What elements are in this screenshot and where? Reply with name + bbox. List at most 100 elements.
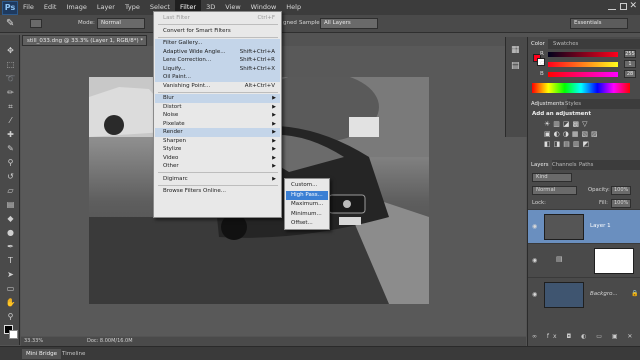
clone-stamp-tool-icon[interactable]: ⚲ (5, 157, 16, 168)
adjustment-icons-row1[interactable]: ☀▥◪▩▽ (544, 120, 591, 128)
layer-name[interactable]: Backgro... (590, 291, 618, 297)
pen-tool-icon[interactable]: ✒ (5, 241, 16, 252)
menu-item-label: Convert for Smart Filters (163, 27, 231, 34)
filter-menu-item-video[interactable]: Video ▶ (155, 154, 280, 163)
brush-size-picker[interactable] (30, 19, 42, 28)
other-submenu-item-minimum[interactable]: Minimum... (286, 210, 328, 219)
color-ramp[interactable] (532, 83, 630, 93)
menu-separator (158, 184, 278, 186)
menu-edit[interactable]: Edit (39, 0, 62, 15)
tab-mini-bridge[interactable]: Mini Bridge (22, 349, 61, 359)
submenu-arrow-icon: ▶ (272, 129, 276, 135)
menu-item-label: Render (163, 129, 183, 135)
menu-layer[interactable]: Layer (92, 0, 120, 15)
menu-separator (158, 172, 278, 173)
background-color-swatch[interactable] (9, 330, 18, 339)
tab-styles[interactable]: Styles (562, 99, 584, 109)
opacity-field[interactable]: 100% (611, 186, 631, 195)
green-value[interactable]: 1 (624, 60, 636, 68)
other-submenu-item-high-pass[interactable]: High Pass... (286, 190, 328, 200)
filter-menu-item-vanishing-point[interactable]: Vanishing Point... Alt+Ctrl+V (155, 82, 280, 91)
other-submenu-item-custom[interactable]: Custom... (286, 181, 328, 190)
marquee-tool-icon[interactable]: ⬚ (5, 59, 16, 70)
sample-select[interactable]: All Layers (320, 18, 378, 29)
other-submenu-item-offset[interactable]: Offset... (286, 219, 328, 228)
eraser-tool-icon[interactable]: ▱ (5, 185, 16, 196)
filter-menu-item-noise[interactable]: Noise ▶ (155, 111, 280, 120)
maximize-icon[interactable] (620, 3, 627, 10)
shape-tool-icon[interactable]: ▭ (5, 283, 16, 294)
fill-field[interactable]: 100% (611, 199, 631, 208)
healing-brush-tool-icon[interactable]: ✚ (5, 129, 16, 140)
submenu-arrow-icon: ▶ (272, 154, 276, 161)
filter-menu-item-pixelate[interactable]: Pixelate ▶ (155, 120, 280, 129)
brush-tool-icon[interactable]: ✎ (6, 18, 14, 29)
filter-menu-item-last-filter: Last Filter Ctrl+F (155, 14, 280, 23)
filter-menu-item-liquify[interactable]: Liquify... Shift+Ctrl+X (155, 64, 280, 73)
menu-type[interactable]: Type (120, 0, 145, 15)
close-icon[interactable]: ✕ (629, 1, 637, 11)
adjustment-icons-row3[interactable]: ◧◨▤▥◩ (544, 140, 592, 148)
history-icon[interactable]: ▦ (511, 45, 520, 55)
red-value[interactable]: 255 (624, 50, 636, 58)
eyedropper-tool-icon[interactable]: ⁄ (5, 115, 16, 126)
minimize-icon[interactable] (608, 3, 616, 10)
layer-row[interactable]: ◉ Layer 1 (528, 209, 640, 243)
filter-menu-item-stylize[interactable]: Stylize ▶ (155, 145, 280, 154)
menu-item-label: Sharpen (163, 137, 186, 144)
document-tab[interactable]: still_033.dng @ 33.3% (Layer 1, RGB/8*) … (22, 35, 147, 46)
workspace-select[interactable]: Essentials (570, 18, 628, 29)
filter-menu-item-oil-paint[interactable]: Oil Paint... (155, 73, 280, 82)
crop-tool-icon[interactable]: ⌗ (5, 101, 16, 112)
layer-row[interactable]: ◉ ▤ (528, 243, 640, 277)
tab-color[interactable]: Color (528, 39, 548, 49)
eye-icon[interactable]: ◉ (532, 223, 537, 230)
tab-layers[interactable]: Layers (528, 160, 552, 170)
dodge-tool-icon[interactable]: ● (5, 227, 16, 238)
blue-value[interactable]: 28 (624, 70, 636, 78)
tab-timeline[interactable]: Timeline (58, 349, 89, 359)
options-bar: ✎ Mode: Normal gned Sample: All Layers E… (0, 15, 640, 33)
tab-swatches[interactable]: Swatches (550, 39, 581, 49)
filter-menu-item-sharpen[interactable]: Sharpen ▶ (155, 137, 280, 146)
menu-file[interactable]: File (18, 0, 39, 15)
tab-channels[interactable]: Channels (549, 160, 580, 170)
gradient-tool-icon[interactable]: ▤ (5, 199, 16, 210)
layer-row[interactable]: ◉ Backgro... 🔒 (528, 277, 640, 311)
path-selection-tool-icon[interactable]: ➤ (5, 269, 16, 280)
move-tool-icon[interactable]: ✥ (5, 45, 16, 56)
lasso-tool-icon[interactable]: ➰ (5, 73, 16, 84)
hand-tool-icon[interactable]: ✋ (5, 297, 16, 308)
menu-help[interactable]: Help (281, 0, 306, 15)
history-brush-tool-icon[interactable]: ↺ (5, 171, 16, 182)
layer-name[interactable]: Layer 1 (590, 223, 611, 229)
filter-menu-item-blur[interactable]: Blur ▶ (155, 94, 280, 103)
layer-filter-select[interactable]: Kind (532, 173, 572, 182)
mode-select[interactable]: Normal (97, 18, 145, 29)
quick-select-tool-icon[interactable]: ✏ (5, 87, 16, 98)
zoom-level[interactable]: 33.33% (24, 338, 43, 344)
type-tool-icon[interactable]: T (5, 255, 16, 266)
filter-menu-item-other[interactable]: Other ▶ (155, 162, 280, 171)
eye-icon[interactable]: ◉ (532, 291, 537, 298)
filter-menu-item-distort[interactable]: Distort ▶ (155, 103, 280, 112)
filter-menu-item-filter-gallery[interactable]: Filter Gallery... (155, 39, 280, 48)
brush-tool-icon[interactable]: ✎ (5, 143, 16, 154)
blend-mode-select[interactable]: Normal (532, 186, 577, 195)
menu-item-label: Liquify... (163, 65, 186, 72)
other-submenu-item-maximum[interactable]: Maximum... (286, 200, 328, 209)
filter-menu-item-digimarc[interactable]: Digimarc ▶ (155, 175, 280, 184)
blur-tool-icon[interactable]: ◆ (5, 213, 16, 224)
layers-footer-icons[interactable]: ∞ fx ◘ ◐ ▭ ▣ ✕ (532, 333, 636, 340)
properties-icon[interactable]: ▤ (511, 61, 520, 71)
zoom-tool-icon[interactable]: ⚲ (5, 311, 16, 322)
filter-menu-item-browse-filters-online[interactable]: Browse Filters Online... (155, 187, 280, 196)
menu-image[interactable]: Image (61, 0, 91, 15)
tab-paths[interactable]: Paths (576, 160, 596, 170)
adjustment-icons-row2[interactable]: ▣◐◑▦▧▨ (544, 130, 601, 138)
filter-menu-item-render[interactable]: Render ▶ (155, 128, 280, 137)
filter-menu-item-convert-for-smart-filters[interactable]: Convert for Smart Filters (155, 27, 280, 36)
eye-icon[interactable]: ◉ (532, 257, 537, 264)
filter-menu-item-adaptive-wide-angle[interactable]: Adaptive Wide Angle... Shift+Ctrl+A (155, 47, 280, 56)
filter-menu-item-lens-correction[interactable]: Lens Correction... Shift+Ctrl+R (155, 56, 280, 65)
